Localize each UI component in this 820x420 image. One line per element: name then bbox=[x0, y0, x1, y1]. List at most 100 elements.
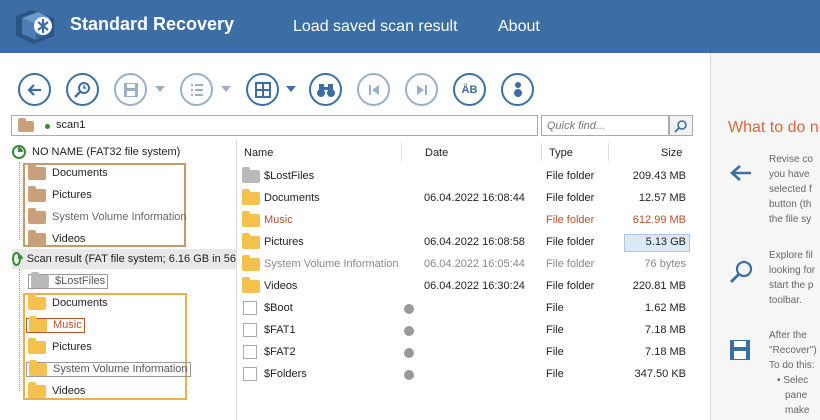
row-name: System Volume Information bbox=[264, 258, 399, 270]
file-list: Name Date Type Size $LostFiles File folde… bbox=[238, 140, 710, 420]
scan-search-icon bbox=[730, 260, 753, 283]
list-row[interactable]: $Boot File 1.62 MB bbox=[238, 298, 690, 320]
list-row[interactable]: Videos 06.04.2022 16:30:24 File folder 220.… bbox=[238, 276, 690, 298]
list-header: Name Date Type Size bbox=[238, 140, 690, 166]
list-row[interactable]: $FAT2 File 7.18 MB bbox=[238, 342, 690, 364]
header-bar: Standard Recovery Load saved scan result… bbox=[0, 0, 820, 53]
tree-item-videos[interactable]: Videos bbox=[28, 229, 85, 249]
back-arrow-icon bbox=[730, 165, 751, 181]
folder-icon bbox=[28, 185, 46, 202]
help-title: What to do n bbox=[728, 119, 819, 136]
row-size: 76 bytes bbox=[644, 258, 686, 270]
row-size: 12.57 MB bbox=[638, 192, 686, 204]
folder-icon bbox=[242, 211, 260, 227]
back-button[interactable] bbox=[18, 73, 51, 106]
app-title: Standard Recovery bbox=[70, 14, 235, 34]
row-name: Music bbox=[264, 214, 293, 226]
folder-icon bbox=[28, 337, 46, 354]
grid-view-button[interactable] bbox=[246, 73, 279, 106]
row-size: 7.18 MB bbox=[645, 346, 686, 358]
column-size[interactable]: Size bbox=[661, 147, 682, 159]
save-dropdown-arrow[interactable] bbox=[155, 86, 165, 92]
help-text-1: Revise co you have selected f button (th the… bbox=[769, 154, 813, 225]
binoculars-icon bbox=[316, 83, 335, 97]
next-button[interactable] bbox=[405, 73, 438, 106]
filename-format-icon: ÄB bbox=[461, 83, 478, 96]
row-name: Documents bbox=[264, 192, 320, 204]
row-type: File bbox=[546, 368, 564, 380]
row-name: Pictures bbox=[264, 236, 304, 248]
row-date: 06.04.2022 16:30:24 bbox=[424, 280, 525, 292]
tree-item-documents-2[interactable]: Documents bbox=[28, 293, 108, 313]
list-row[interactable]: Pictures 06.04.2022 16:08:58 File folder 5.… bbox=[238, 232, 690, 254]
drive-icon bbox=[12, 252, 23, 266]
list-view-dropdown-arrow[interactable] bbox=[221, 86, 231, 92]
folder-icon bbox=[28, 207, 46, 224]
tree-root-label: NO NAME (FAT32 file system) bbox=[32, 146, 181, 158]
folder-icon bbox=[28, 293, 46, 310]
column-type[interactable]: Type bbox=[549, 147, 573, 159]
row-type: File folder bbox=[546, 280, 595, 292]
folder-icon bbox=[28, 229, 46, 246]
row-name: $Boot bbox=[264, 302, 293, 314]
info-button[interactable] bbox=[501, 73, 534, 106]
status-dot-icon bbox=[404, 348, 414, 358]
quick-find-button[interactable] bbox=[669, 115, 693, 136]
save-button[interactable] bbox=[114, 73, 147, 106]
tree-item-lostfiles[interactable]: $LostFiles bbox=[28, 271, 109, 291]
binoculars-button[interactable] bbox=[309, 73, 342, 106]
folder-icon bbox=[29, 315, 47, 332]
file-icon bbox=[243, 367, 257, 381]
tree-item-pictures[interactable]: Pictures bbox=[28, 185, 92, 205]
tree-item-videos-2[interactable]: Videos bbox=[28, 381, 85, 401]
list-view-icon bbox=[190, 83, 203, 96]
row-type: File bbox=[546, 346, 564, 358]
help-pane: What to do n Revise co you have selected f… bbox=[710, 53, 820, 420]
tree-root-scan-result[interactable]: Scan result (FAT file system; 6.16 GB in… bbox=[12, 249, 236, 269]
next-icon bbox=[416, 84, 427, 95]
row-size: 612.99 MB bbox=[632, 214, 686, 226]
grid-view-dropdown-arrow[interactable] bbox=[286, 86, 296, 92]
app-logo-icon bbox=[16, 10, 54, 44]
list-row[interactable]: Documents 06.04.2022 16:08:44 File folder 1… bbox=[238, 188, 690, 210]
file-icon bbox=[243, 301, 257, 315]
folder-icon bbox=[242, 189, 260, 205]
quick-find-input[interactable] bbox=[541, 115, 669, 136]
tree-item-pictures-2[interactable]: Pictures bbox=[28, 337, 92, 357]
tree-item-system-volume-2[interactable]: System Volume Information bbox=[26, 359, 191, 379]
row-type: File folder bbox=[546, 258, 595, 270]
help-text-2: Explore fil looking for start the p toolbar… bbox=[769, 250, 816, 306]
save-icon bbox=[730, 340, 750, 360]
row-size: 209.43 MB bbox=[632, 170, 686, 182]
list-row[interactable]: $FAT1 File 7.18 MB bbox=[238, 320, 690, 342]
row-name: Videos bbox=[264, 280, 298, 292]
tree-root-drive[interactable]: NO NAME (FAT32 file system) bbox=[12, 142, 236, 162]
list-row[interactable]: System Volume Information 06.04.2022 16:0… bbox=[238, 254, 690, 276]
list-row[interactable]: $LostFiles File folder 209.43 MB bbox=[238, 166, 690, 188]
info-icon bbox=[513, 81, 522, 97]
menu-load-saved-scan[interactable]: Load saved scan result bbox=[293, 18, 458, 36]
list-row[interactable]: Music File folder 612.99 MB bbox=[238, 210, 690, 232]
filename-format-button[interactable]: ÄB bbox=[453, 73, 486, 106]
path-bar[interactable]: scan1 bbox=[11, 115, 538, 136]
tree-root-label: Scan result (FAT file system; 6.16 GB in… bbox=[26, 253, 236, 265]
folder-icon bbox=[18, 118, 34, 132]
tree-item-music[interactable]: Music bbox=[26, 315, 85, 335]
tree-item-documents[interactable]: Documents bbox=[28, 163, 108, 183]
tree-item-system-volume[interactable]: System Volume Information bbox=[28, 207, 187, 227]
row-type: File folder bbox=[546, 214, 595, 226]
row-type: File bbox=[546, 324, 564, 336]
status-dot-icon bbox=[404, 370, 414, 380]
column-name[interactable]: Name bbox=[244, 147, 273, 159]
row-date: 06.04.2022 16:08:58 bbox=[424, 236, 525, 248]
list-row[interactable]: $Folders File 347.50 KB bbox=[238, 364, 690, 386]
list-view-button[interactable] bbox=[180, 73, 213, 106]
previous-button[interactable] bbox=[357, 73, 390, 106]
menu-about[interactable]: About bbox=[498, 18, 540, 36]
folder-tree: NO NAME (FAT32 file system) Documents Pi… bbox=[0, 140, 237, 420]
path-dot-icon bbox=[45, 124, 50, 129]
tree-connector bbox=[19, 162, 20, 240]
scan-search-button[interactable] bbox=[66, 73, 99, 106]
folder-icon bbox=[29, 359, 47, 376]
column-date[interactable]: Date bbox=[425, 147, 448, 159]
